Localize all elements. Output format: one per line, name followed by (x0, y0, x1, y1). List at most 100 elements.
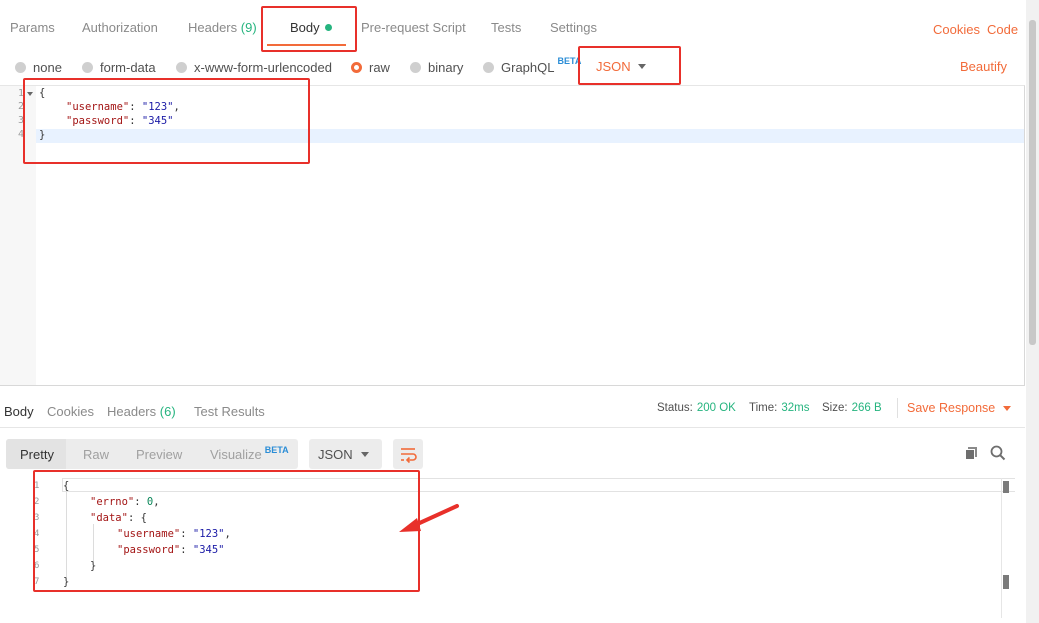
errno-value: 0 (146, 496, 154, 508)
line-number: 3 (34, 513, 40, 523)
resp-line-5: "password": "345" (117, 544, 225, 556)
line-number: 4 (34, 529, 40, 539)
body-type-row: none form-data x-www-form-urlencoded raw… (0, 56, 1025, 84)
username-key: "username" (66, 101, 130, 113)
cookies-link[interactable]: Cookies (933, 22, 980, 37)
status-info: Status: 200 OK (657, 402, 736, 414)
radio-form-data[interactable]: form-data (82, 59, 156, 75)
code-link[interactable]: Code (987, 22, 1018, 37)
wrap-lines-button[interactable] (393, 439, 423, 469)
response-format-value: JSON (318, 447, 353, 462)
size-info: Size: 266 B (822, 402, 882, 414)
status-value: 200 OK (696, 402, 736, 414)
view-raw-button[interactable]: Raw (83, 447, 109, 462)
page-scrollbar[interactable] (1026, 0, 1039, 623)
headers-count: (9) (240, 20, 257, 35)
code-line-1: { (39, 87, 45, 99)
response-tab-body[interactable]: Body (4, 404, 34, 419)
radio-circle-icon (176, 61, 187, 73)
view-visualize-button[interactable]: Visualize BETA (210, 445, 289, 462)
line-number: 6 (34, 561, 40, 571)
modified-dot-icon (324, 24, 332, 31)
response-tab-cookies[interactable]: Cookies (47, 404, 94, 419)
view-preview-button[interactable]: Preview (136, 447, 182, 462)
chevron-down-icon (638, 64, 646, 69)
close-brace: } (39, 129, 46, 141)
tab-body-label: Body (290, 20, 320, 35)
response-tab-headers-label: Headers (107, 404, 157, 419)
response-headers-count: (6) (159, 404, 176, 419)
response-body-viewer[interactable]: 1 2 3 4 5 6 7 { "errno": 0, "data": { "u… (0, 478, 1015, 618)
annotation-arrow-icon (399, 504, 459, 532)
beautify-button[interactable]: Beautify (960, 59, 1007, 74)
view-pretty-button[interactable]: Pretty (20, 447, 54, 462)
tab-tests[interactable]: Tests (491, 20, 521, 35)
radio-none[interactable]: none (15, 59, 62, 75)
copy-icon[interactable] (963, 444, 981, 462)
line-number: 4 (17, 129, 24, 140)
tab-tests-label: Tests (491, 20, 522, 35)
request-tabs: Params Authorization Headers (9) Body Pr… (0, 0, 1025, 58)
horizontal-scroll-thumb[interactable] (1003, 481, 1009, 493)
divider (897, 398, 898, 418)
data-open-brace: { (140, 512, 147, 524)
tab-headers-label: Headers (188, 20, 238, 35)
raw-format-select[interactable]: JSON (596, 59, 654, 77)
radio-graphql[interactable]: GraphQL BETA (483, 56, 581, 75)
radio-form-data-label: form-data (100, 59, 156, 75)
fold-arrow-icon[interactable] (27, 92, 33, 96)
chevron-down-icon (361, 452, 369, 457)
code-line-3: "password": "345" (66, 115, 174, 127)
status-label: Status: (657, 402, 693, 414)
tab-settings[interactable]: Settings (550, 20, 597, 35)
active-line-highlight (36, 129, 1024, 143)
save-response-label: Save Response (907, 401, 996, 415)
save-response-button[interactable]: Save Response (907, 401, 1012, 415)
response-format-select[interactable]: JSON (309, 439, 382, 469)
password-key: "password" (66, 115, 130, 127)
request-body-editor[interactable]: 1 2 3 4 { "username": "123", "password":… (0, 85, 1025, 386)
search-icon[interactable] (989, 444, 1007, 462)
resp-line-4: "username": "123", (117, 528, 231, 540)
active-line-box (62, 478, 1015, 492)
errno-key: "errno" (90, 496, 135, 508)
scroll-thumb[interactable] (1003, 575, 1009, 589)
tab-params-label: Params (10, 20, 55, 35)
response-tab-test-results[interactable]: Test Results (194, 404, 265, 419)
response-tab-headers[interactable]: Headers (6) (107, 404, 176, 419)
resp-close-brace: } (63, 576, 70, 588)
line-number: 1 (34, 481, 40, 491)
resp-line-2: "errno": 0, (90, 496, 160, 508)
response-scroll-track (1001, 478, 1002, 618)
line-number: 5 (34, 545, 40, 555)
tab-pre-request-script[interactable]: Pre-request Script (361, 20, 466, 35)
username-value: "123" (141, 101, 174, 113)
radio-raw[interactable]: raw (351, 59, 390, 75)
resp-password-key: "password" (117, 544, 181, 556)
radio-checked-icon (351, 61, 362, 73)
radio-none-label: none (33, 59, 62, 75)
radio-binary[interactable]: binary (410, 59, 463, 75)
resp-password-value: "345" (192, 544, 225, 556)
radio-circle-icon (410, 61, 421, 73)
line-number: 3 (17, 115, 24, 126)
resp-line-1: { (63, 480, 69, 492)
raw-format-value: JSON (596, 59, 631, 74)
tab-authorization[interactable]: Authorization (82, 20, 158, 35)
radio-circle-icon (15, 61, 26, 73)
tab-headers[interactable]: Headers (9) (188, 20, 257, 35)
data-close-brace: } (90, 560, 97, 572)
resp-line-7: } (63, 576, 69, 588)
page-scroll-thumb[interactable] (1029, 20, 1036, 345)
radio-urlencoded[interactable]: x-www-form-urlencoded (176, 59, 332, 75)
tab-params[interactable]: Params (10, 20, 55, 35)
password-value: "345" (141, 115, 174, 127)
time-info: Time: 32ms (749, 402, 809, 414)
tab-body[interactable]: Body (290, 20, 332, 35)
resp-open-brace: { (63, 480, 70, 492)
tab-settings-label: Settings (550, 20, 597, 35)
resp-username-key: "username" (117, 528, 181, 540)
open-brace: { (39, 87, 46, 99)
response-bar: Body Cookies Headers (6) Test Results St… (0, 388, 1025, 428)
code-line-4: } (39, 129, 45, 141)
